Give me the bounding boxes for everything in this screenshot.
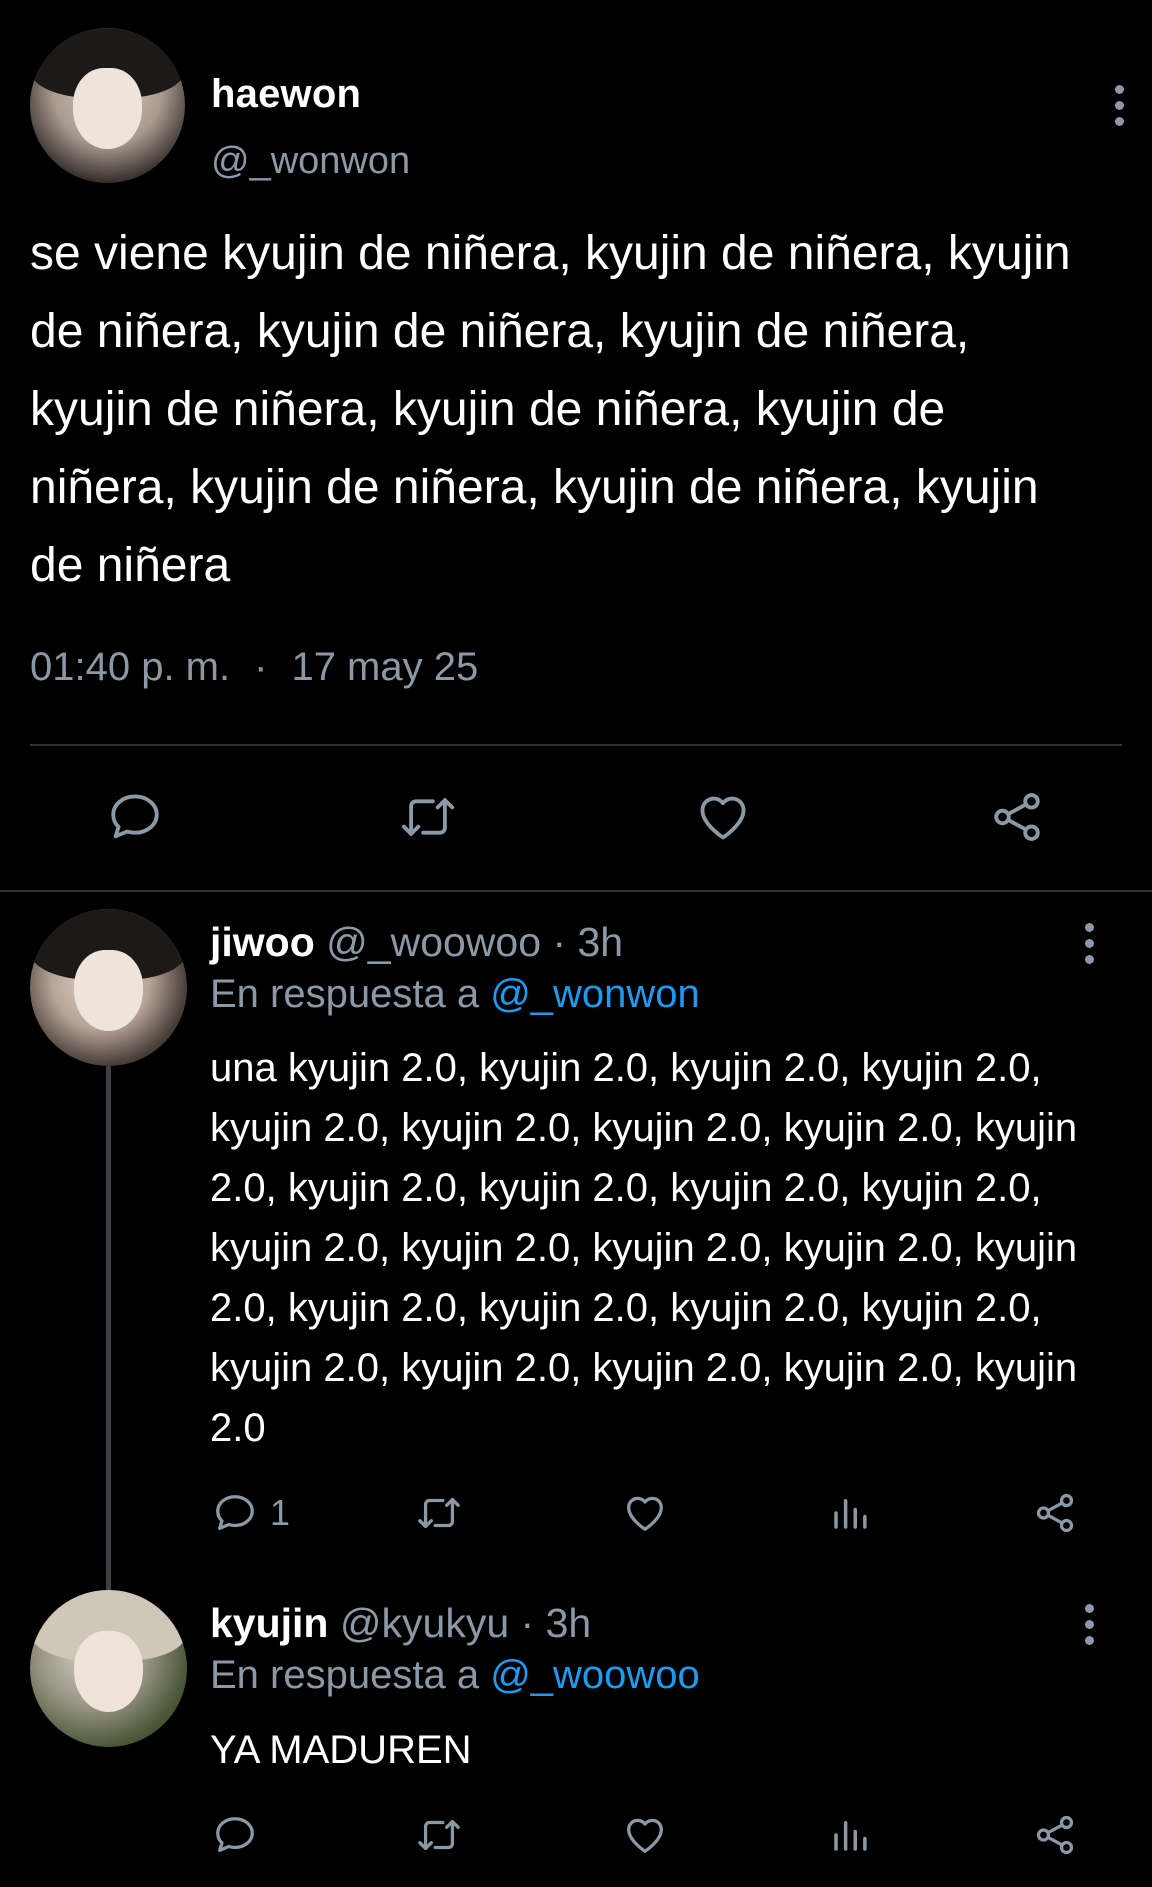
more-options-icon[interactable] — [1113, 85, 1125, 126]
retweet-icon — [401, 798, 455, 836]
reply-prefix: En respuesta a — [210, 972, 480, 1016]
user-handle[interactable]: @kyukyu — [340, 1600, 509, 1646]
display-name[interactable]: haewon — [211, 72, 361, 117]
views-button[interactable] — [829, 1490, 871, 1536]
reply-text: una kyujin 2.0, kyujin 2.0, kyujin 2.0, … — [210, 1046, 1078, 1450]
like-button[interactable] — [622, 1812, 668, 1858]
like-icon — [700, 796, 746, 840]
reply-context: En respuesta a @_woowoo — [210, 1653, 700, 1698]
reply-context: En respuesta a @_wonwon — [210, 972, 700, 1017]
reply-icon — [216, 1495, 254, 1530]
user-handle[interactable]: @_woowoo — [326, 919, 541, 965]
avatar[interactable] — [30, 1590, 187, 1747]
user-handle[interactable]: @_wonwon — [211, 140, 410, 183]
display-name[interactable]: jiwoo — [210, 919, 315, 965]
mention-link[interactable]: @_wonwon — [490, 972, 700, 1016]
views-icon — [834, 1499, 867, 1529]
like-icon — [627, 1496, 663, 1531]
retweet-icon — [418, 1819, 460, 1851]
retweet-button[interactable] — [396, 788, 460, 846]
tweet-timestamp: 01:40 p. m. · 17 may 25 — [30, 645, 478, 690]
more-options-icon[interactable] — [1083, 923, 1095, 964]
reply-button[interactable]: 1 — [212, 1490, 290, 1536]
reply-button[interactable] — [106, 788, 164, 846]
reply-author-line: kyujin @kyukyu · 3h — [210, 1600, 591, 1647]
reply-prefix: En respuesta a — [210, 1653, 480, 1697]
share-button[interactable] — [988, 788, 1046, 846]
tweet-time: 01:40 p. m. — [30, 645, 231, 689]
avatar[interactable] — [30, 909, 187, 1066]
reply-author-line: jiwoo @_woowoo · 3h — [210, 919, 623, 966]
meta-separator: · — [254, 645, 268, 689]
retweet-icon — [418, 1497, 460, 1529]
divider — [30, 744, 1122, 746]
share-icon — [1036, 1815, 1074, 1855]
avatar[interactable] — [30, 28, 185, 183]
retweet-button[interactable] — [413, 1490, 465, 1536]
reply-age: · 3h — [552, 919, 624, 965]
share-button[interactable] — [1032, 1812, 1078, 1858]
share-button[interactable] — [1032, 1490, 1078, 1536]
views-button[interactable] — [829, 1812, 871, 1858]
reply-text: YA MADUREN — [210, 1728, 472, 1772]
reply-button[interactable] — [212, 1812, 258, 1858]
thread-connector — [106, 1066, 111, 1591]
divider — [0, 890, 1152, 892]
share-icon — [994, 793, 1040, 841]
like-button[interactable] — [622, 1490, 668, 1536]
retweet-button[interactable] — [413, 1812, 465, 1858]
share-icon — [1036, 1493, 1074, 1533]
reply-icon — [111, 794, 159, 839]
display-name[interactable]: kyujin — [210, 1600, 328, 1646]
reply-count: 1 — [270, 1492, 291, 1533]
tweet-thread: haewon @_wonwon se viene kyujin de niñer… — [0, 0, 1152, 1887]
tweet-text: se viene kyujin de niñera, kyujin de niñ… — [30, 227, 1071, 592]
mention-link[interactable]: @_woowoo — [490, 1653, 700, 1697]
views-icon — [834, 1821, 867, 1851]
more-options-icon[interactable] — [1083, 1604, 1095, 1645]
tweet-date: 17 may 25 — [291, 645, 479, 689]
main-tweet-header: haewon @_wonwon — [30, 28, 1125, 183]
like-button[interactable] — [693, 788, 753, 846]
reply-age: · 3h — [520, 1600, 592, 1646]
reply-icon — [216, 1817, 254, 1852]
like-icon — [627, 1818, 663, 1853]
